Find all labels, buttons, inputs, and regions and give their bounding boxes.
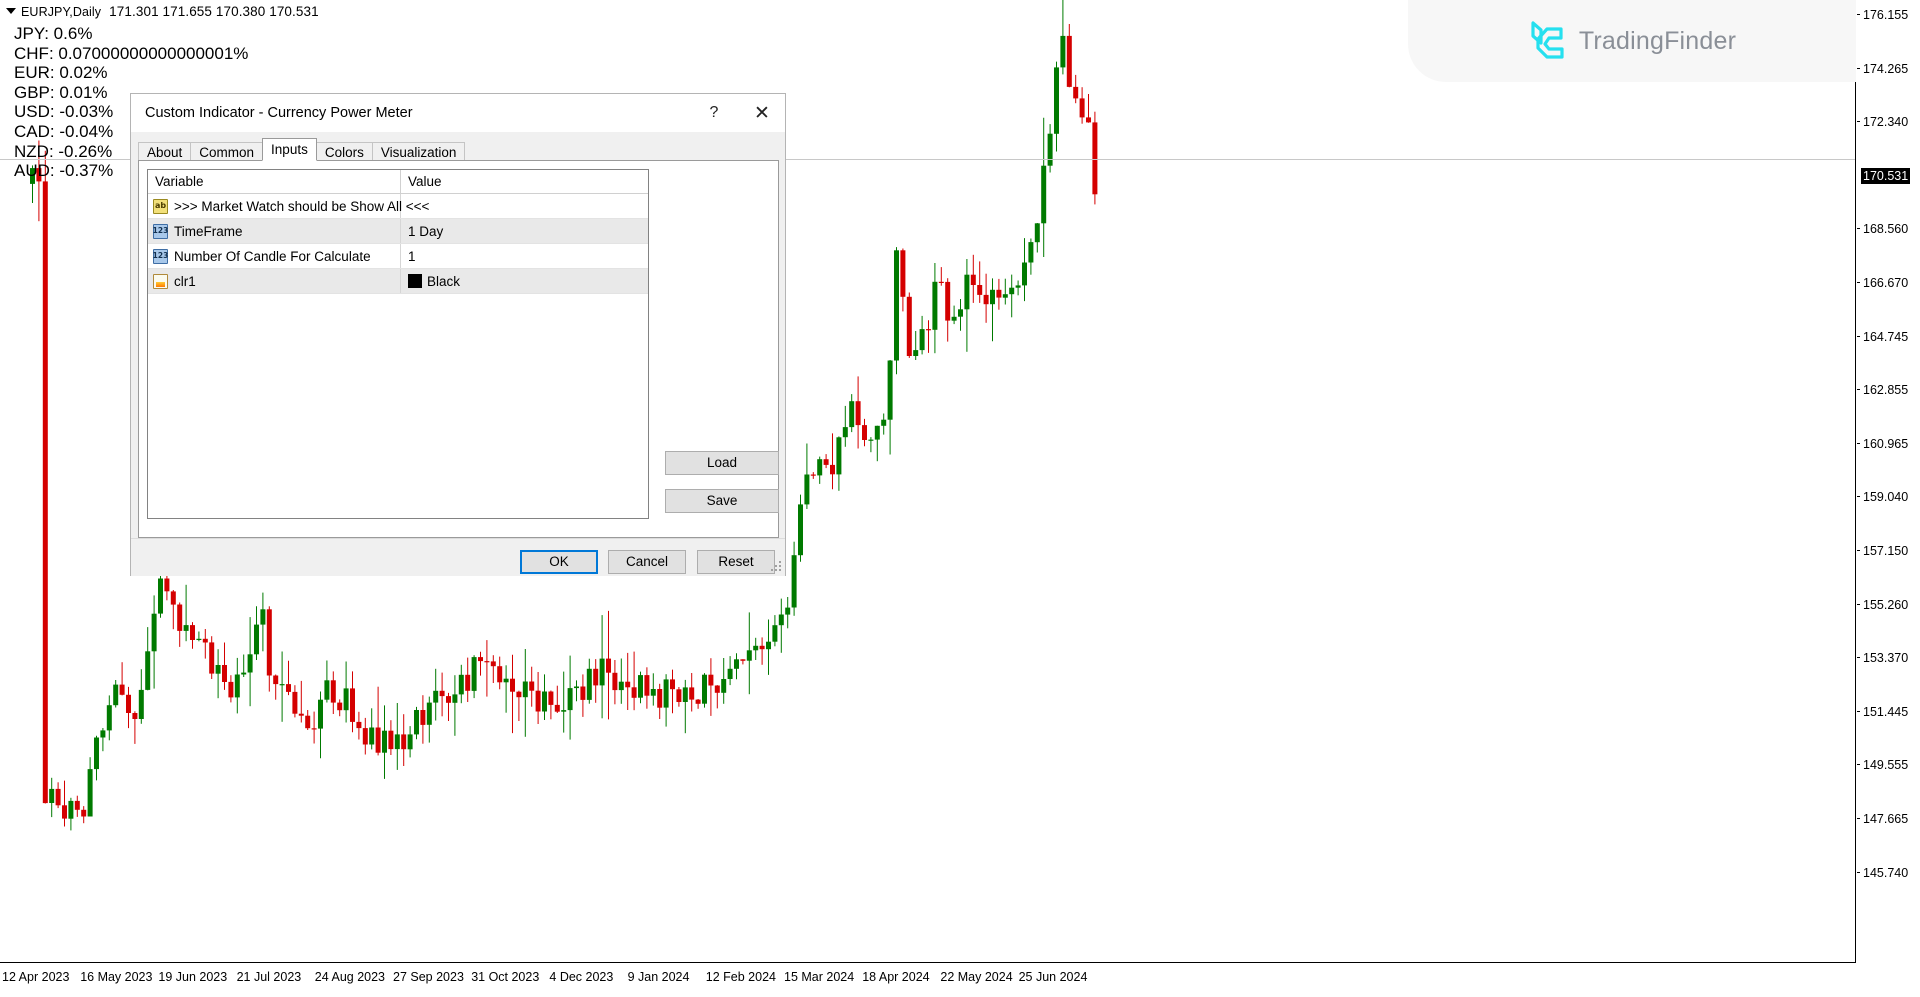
reset-button[interactable]: Reset <box>697 550 775 574</box>
value-text: 1 <box>408 249 416 264</box>
cell-value[interactable]: 1 <box>401 244 648 268</box>
time-tick: 15 Mar 2024 <box>784 970 854 984</box>
string-param-icon: ab <box>153 199 168 214</box>
tab-inputs[interactable]: Inputs <box>262 138 317 161</box>
ok-button[interactable]: OK <box>520 550 598 574</box>
price-tick: 160.965 <box>1857 437 1920 451</box>
tradingfinder-label: TradingFinder <box>1579 27 1736 56</box>
value-text: 1 Day <box>408 224 443 239</box>
time-axis[interactable]: 12 Apr 2023 16 May 2023 19 Jun 2023 21 Jul … <box>0 964 1856 997</box>
price-tick: 147.665 <box>1857 812 1920 826</box>
dialog-title: Custom Indicator - Currency Power Meter <box>145 105 413 121</box>
variable-label: clr1 <box>174 274 196 289</box>
time-tick: 31 Oct 2023 <box>471 970 539 984</box>
column-header-variable: Variable <box>148 170 401 193</box>
time-tick: 9 Jan 2024 <box>628 970 690 984</box>
price-tick: 172.340 <box>1857 115 1920 129</box>
power-meter-row: CHF: 0.07000000000000001% <box>14 44 248 64</box>
table-header-row: Variable Value <box>148 170 648 194</box>
cell-value[interactable]: Black <box>401 269 648 293</box>
power-meter-row: EUR: 0.02% <box>14 63 248 83</box>
table-body[interactable]: ab >>> Market Watch should be Show All <<… <box>148 194 648 294</box>
price-tick: 162.855 <box>1857 383 1920 397</box>
price-tick: 159.040 <box>1857 490 1920 504</box>
variable-label: >>> Market Watch should be Show All <<< <box>174 199 429 214</box>
price-tick: 155.260 <box>1857 598 1920 612</box>
price-tick: 151.445 <box>1857 705 1920 719</box>
custom-indicator-dialog[interactable]: Custom Indicator - Currency Power Meter … <box>130 93 786 576</box>
time-tick: 12 Feb 2024 <box>706 970 776 984</box>
tab-common[interactable]: Common <box>190 142 263 162</box>
tab-visualization[interactable]: Visualization <box>372 142 466 162</box>
variable-label: Number Of Candle For Calculate <box>174 249 371 264</box>
color-param-icon <box>153 274 168 289</box>
close-icon: ✕ <box>754 104 770 123</box>
price-tick: 168.560 <box>1857 222 1920 236</box>
number-param-icon: 123 <box>153 224 168 239</box>
parameters-table[interactable]: Variable Value ab >>> Market Watch should… <box>147 169 649 519</box>
time-tick: 4 Dec 2023 <box>549 970 613 984</box>
save-button[interactable]: Save <box>665 489 779 513</box>
resize-grip[interactable] <box>771 561 783 573</box>
price-tick-current: 170.531 <box>1857 169 1920 183</box>
price-tick: 145.740 <box>1857 866 1920 880</box>
dialog-footer: OK Cancel Reset <box>131 538 785 576</box>
cell-variable[interactable]: ab>>> Market Watch should be Show All <<… <box>148 194 401 218</box>
cell-variable[interactable]: clr1 <box>148 269 401 293</box>
price-tick: 157.150 <box>1857 544 1920 558</box>
price-tick: 153.370 <box>1857 651 1920 665</box>
symbol-info-line: EURJPY,Daily 171.301 171.655 170.380 170.… <box>6 4 319 19</box>
time-tick: 16 May 2023 <box>80 970 152 984</box>
value-text: Black <box>427 274 460 289</box>
price-axis[interactable]: 176.155 174.265 172.340 170.531 168.560 166.6… <box>1857 0 1920 963</box>
price-tick: 164.745 <box>1857 330 1920 344</box>
time-tick: 19 Jun 2023 <box>158 970 227 984</box>
cell-value[interactable] <box>401 194 648 218</box>
time-tick: 21 Jul 2023 <box>237 970 302 984</box>
color-swatch <box>408 274 422 288</box>
table-row[interactable]: clr1 Black <box>148 269 648 294</box>
time-tick: 12 Apr 2023 <box>2 970 69 984</box>
ohlc-values: 171.301 171.655 170.380 170.531 <box>109 4 319 19</box>
cell-variable[interactable]: 123 TimeFrame <box>148 219 401 243</box>
tab-about[interactable]: About <box>138 142 191 162</box>
variable-label: TimeFrame <box>174 224 243 239</box>
table-row[interactable]: 123 Number Of Candle For Calculate 1 <box>148 244 648 269</box>
help-button[interactable]: ? <box>693 98 735 128</box>
power-meter-row: JPY: 0.6% <box>14 24 248 44</box>
cell-value[interactable]: 1 Day <box>401 219 648 243</box>
table-row[interactable]: ab >>> Market Watch should be Show All <<… <box>148 194 648 219</box>
time-tick: 27 Sep 2023 <box>393 970 464 984</box>
cell-variable[interactable]: 123 Number Of Candle For Calculate <box>148 244 401 268</box>
load-button[interactable]: Load <box>665 451 779 475</box>
symbol-label: EURJPY,Daily <box>21 5 101 19</box>
time-tick: 25 Jun 2024 <box>1019 970 1088 984</box>
dialog-tab-bar[interactable]: AboutCommonInputsColorsVisualization <box>138 139 464 161</box>
tradingfinder-logo-icon <box>1528 20 1568 62</box>
price-tick: 166.670 <box>1857 276 1920 290</box>
time-tick: 18 Apr 2024 <box>862 970 929 984</box>
table-row[interactable]: 123 TimeFrame 1 Day <box>148 219 648 244</box>
dialog-titlebar[interactable]: Custom Indicator - Currency Power Meter … <box>131 94 785 132</box>
column-header-value: Value <box>401 170 648 193</box>
time-tick: 22 May 2024 <box>940 970 1012 984</box>
inputs-panel: Variable Value ab >>> Market Watch should… <box>138 160 779 538</box>
tradingfinder-watermark: TradingFinder <box>1408 0 1856 82</box>
question-mark-icon: ? <box>710 105 719 121</box>
time-tick: 24 Aug 2023 <box>315 970 385 984</box>
number-param-icon: 123 <box>153 249 168 264</box>
price-tick: 149.555 <box>1857 758 1920 772</box>
close-button[interactable]: ✕ <box>741 98 783 128</box>
collapse-triangle-icon[interactable] <box>6 8 16 14</box>
price-tick: 176.155 <box>1857 8 1920 22</box>
tab-colors[interactable]: Colors <box>316 142 373 162</box>
price-tick: 174.265 <box>1857 62 1920 76</box>
cancel-button[interactable]: Cancel <box>608 550 686 574</box>
